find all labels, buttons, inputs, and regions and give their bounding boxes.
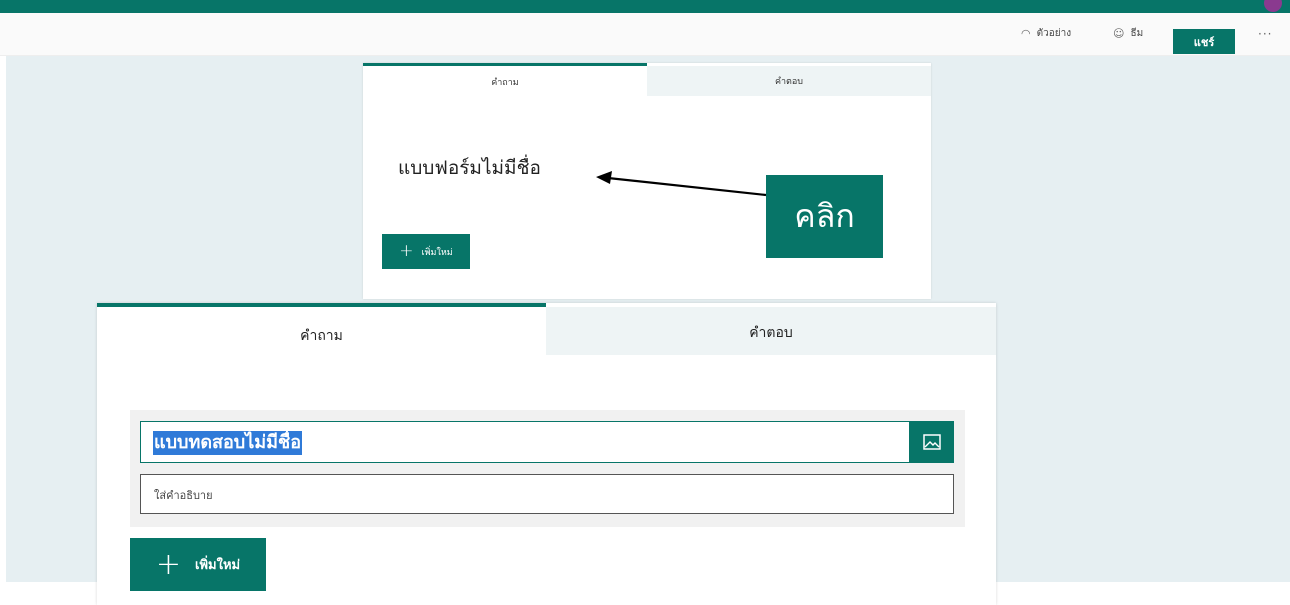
more-options-icon[interactable]: ···: [1258, 27, 1272, 41]
theme-label: ธีม: [1130, 28, 1144, 39]
form-card-zoomed: คำถาม คำตอบ แบบทดสอบไม่มีชื่อ ใส่คำอธิบา…: [97, 303, 996, 605]
form-title-input[interactable]: แบบทดสอบไม่มีชื่อ: [140, 421, 910, 463]
form-title-section: แบบทดสอบไม่มีชื่อ ใส่คำอธิบาย: [130, 410, 965, 527]
share-button[interactable]: แชร์: [1173, 29, 1235, 54]
form-description-input[interactable]: ใส่คำอธิบาย: [140, 474, 954, 514]
eye-icon: ◠: [1021, 27, 1031, 40]
tab-questions[interactable]: คำถาม: [363, 63, 647, 96]
image-icon: [923, 434, 941, 450]
tab-responses-zoomed[interactable]: คำตอบ: [546, 307, 996, 355]
add-new-label: เพิ่มใหม่: [421, 247, 453, 258]
palette-icon: ☺: [1113, 27, 1125, 40]
preview-label: ตัวอย่าง: [1036, 28, 1072, 39]
tab-questions-zoomed[interactable]: คำถาม: [97, 303, 546, 355]
preview-button[interactable]: ◠ ตัวอย่าง: [1021, 26, 1071, 41]
plus-icon: +: [155, 546, 182, 582]
form-title[interactable]: แบบฟอร์มไม่มีชื่อ: [398, 153, 541, 183]
add-new-button[interactable]: + เพิ่มใหม่: [382, 234, 470, 269]
plus-icon: +: [399, 241, 414, 261]
insert-image-button[interactable]: [910, 421, 954, 463]
theme-button[interactable]: ☺ ธีม: [1113, 26, 1143, 41]
form-toolbar: ◠ ตัวอย่าง ☺ ธีม แชร์ ···: [0, 13, 1290, 56]
app-header-bar: [0, 0, 1290, 13]
add-new-label-zoomed: เพิ่มใหม่: [195, 558, 241, 573]
click-annotation: คลิก: [766, 175, 883, 258]
tab-responses[interactable]: คำตอบ: [647, 66, 931, 96]
description-placeholder: ใส่คำอธิบาย: [154, 489, 213, 502]
annotation-arrow: [596, 171, 767, 197]
add-new-button-zoomed[interactable]: + เพิ่มใหม่: [130, 538, 266, 591]
form-title-text-selected: แบบทดสอบไม่มีชื่อ: [153, 431, 303, 455]
user-avatar[interactable]: [1264, 0, 1282, 12]
